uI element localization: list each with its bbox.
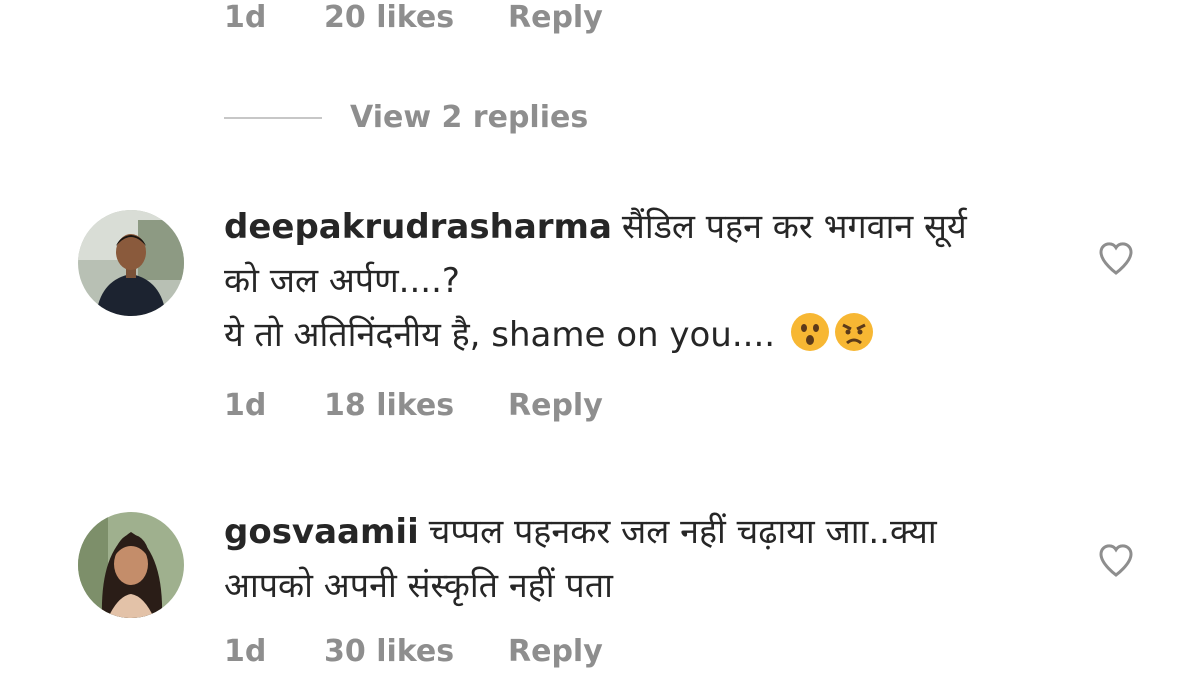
reply-button[interactable]: Reply (508, 388, 603, 423)
comment-time: 1d (224, 388, 267, 423)
comment-likes[interactable]: 20 likes (324, 0, 508, 35)
angry-face-icon (834, 313, 873, 351)
view-replies-line (224, 116, 322, 119)
comment-meta-3: 1d 30 likes Reply (224, 634, 603, 669)
comment-body: deepakrudrasharma सैंडिल पहन कर भगवान सूर… (224, 200, 1074, 362)
comment-meta-2: 1d 18 likes Reply (224, 388, 603, 423)
like-heart-icon[interactable] (1096, 238, 1136, 278)
comment-text-line1: सैंडिल पहन कर भगवान सूर्य (621, 207, 967, 247)
comment-meta-1: 1d 20 likes Reply (224, 0, 603, 35)
comment-likes[interactable]: 30 likes (324, 634, 508, 669)
hushed-face-icon (790, 313, 829, 351)
comment-text-line3: ये तो अतिनिंदनीय है, shame on you.... (224, 315, 776, 355)
view-replies-button[interactable]: View 2 replies (224, 100, 588, 135)
comment-username[interactable]: gosvaamii (224, 512, 419, 552)
comment-text-line1: चप्पल पहनकर जल नहीं चढ़ाया जाा..क्या (428, 512, 937, 552)
comment-username[interactable]: deepakrudrasharma (224, 207, 612, 247)
view-replies-label: View 2 replies (350, 100, 589, 135)
reply-button[interactable]: Reply (508, 0, 603, 35)
comment-body: gosvaamii चप्पल पहनकर जल नहीं चढ़ाया जाा.… (224, 505, 1074, 613)
avatar[interactable] (78, 210, 184, 316)
avatar-image (78, 210, 184, 316)
comment-time: 1d (224, 0, 267, 35)
like-heart-icon[interactable] (1096, 540, 1136, 580)
comment-time: 1d (224, 634, 267, 669)
reply-button[interactable]: Reply (508, 634, 603, 669)
comment-text-line2: आपको अपनी संस्कृति नहीं पता (224, 566, 613, 606)
avatar-image (78, 512, 184, 618)
avatar[interactable] (78, 512, 184, 618)
comment-text-line2: को जल अर्पण....? (224, 261, 460, 301)
comment-likes[interactable]: 18 likes (324, 388, 508, 423)
